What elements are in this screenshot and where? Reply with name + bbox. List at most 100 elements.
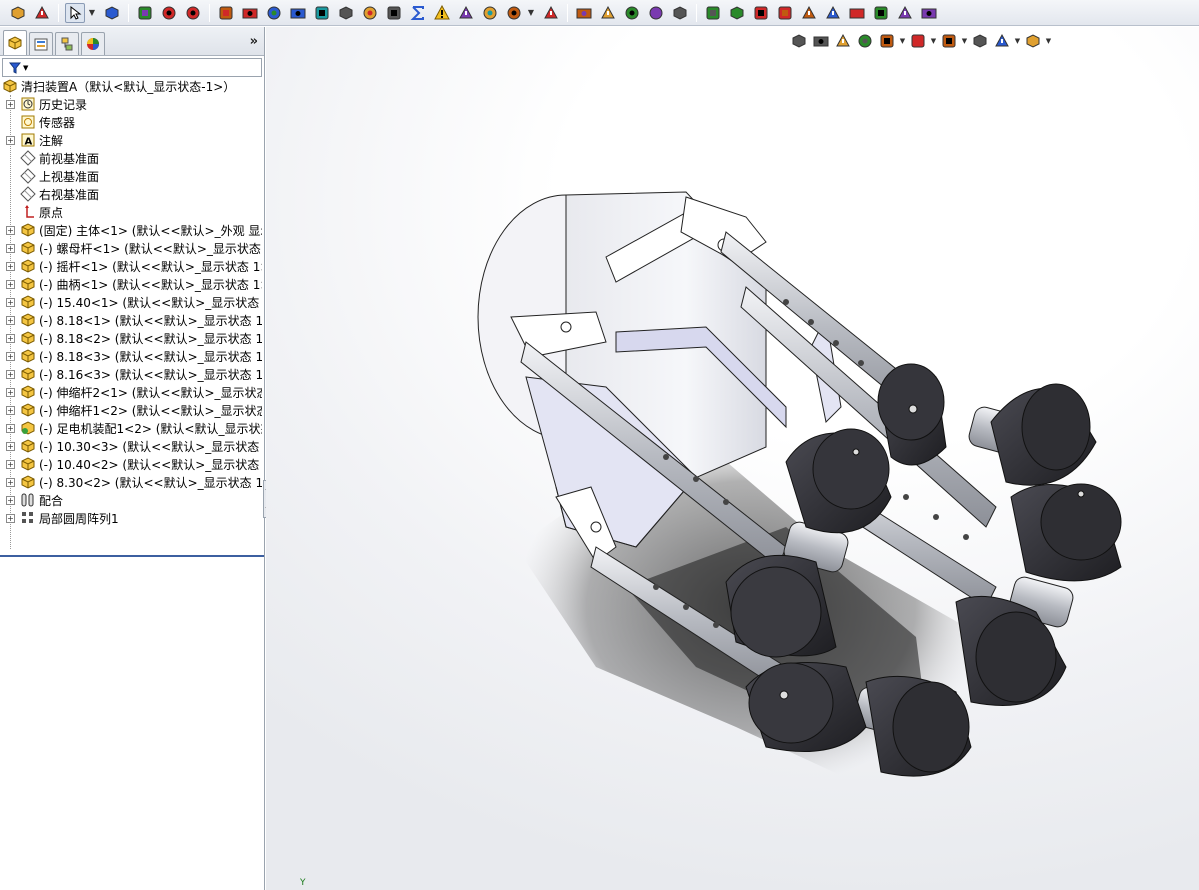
expand-icon[interactable]: + bbox=[6, 279, 15, 289]
tree-item-11[interactable]: + (-) 15.40<1> (默认<<默认>_显示状态 1 bbox=[0, 293, 262, 311]
tree-item-7[interactable]: + (固定) 主体<1> (默认<<默认>_外观 显示 bbox=[0, 221, 262, 239]
appearance-icon[interactable] bbox=[102, 3, 122, 23]
apple-icon[interactable] bbox=[895, 3, 915, 23]
display-manager-tab[interactable] bbox=[81, 32, 105, 55]
sphere2-icon[interactable] bbox=[727, 3, 747, 23]
tree-item-17[interactable]: + (-) 伸缩杆1<2> (默认<<默认>_显示状态 bbox=[0, 401, 262, 419]
expand-icon[interactable]: + bbox=[6, 297, 15, 307]
tree-item-21[interactable]: + (-) 8.30<2> (默认<<默认>_显示状态 1> bbox=[0, 473, 262, 491]
edit-appearance-icon[interactable] bbox=[970, 31, 990, 51]
scene-icon[interactable] bbox=[992, 31, 1012, 51]
split-icon[interactable] bbox=[456, 3, 476, 23]
tree-item-2[interactable]: + A 注解 bbox=[0, 131, 262, 149]
expand-icon[interactable]: + bbox=[6, 333, 15, 343]
view-settings-icon[interactable] bbox=[1023, 31, 1043, 51]
warning-icon[interactable] bbox=[432, 3, 452, 23]
expand-icon[interactable]: + bbox=[6, 405, 15, 415]
configuration-manager-tab[interactable] bbox=[55, 32, 79, 55]
tree-item-10[interactable]: + (-) 曲柄<1> (默认<<默认>_显示状态 1> bbox=[0, 275, 262, 293]
properties-icon[interactable] bbox=[8, 3, 28, 23]
xref-icon[interactable] bbox=[480, 3, 500, 23]
tree-item-6[interactable]: 原点 bbox=[0, 203, 262, 221]
chevron-down-icon[interactable]: ▼ bbox=[526, 3, 536, 23]
light-icon[interactable] bbox=[183, 3, 203, 23]
display-style-icon[interactable] bbox=[908, 31, 928, 51]
stack-icon[interactable] bbox=[799, 3, 819, 23]
zoom-fit-icon[interactable] bbox=[789, 31, 809, 51]
tree-item-13[interactable]: + (-) 8.18<2> (默认<<默认>_显示状态 1> bbox=[0, 329, 262, 347]
expand-icon[interactable]: + bbox=[6, 243, 15, 253]
hand-icon[interactable] bbox=[336, 3, 356, 23]
expand-icon[interactable]: + bbox=[6, 513, 15, 523]
select-icon[interactable] bbox=[65, 2, 85, 23]
tree-item-14[interactable]: + (-) 8.18<3> (默认<<默认>_显示状态 1> bbox=[0, 347, 262, 365]
assembly-model[interactable] bbox=[266, 27, 1199, 890]
expand-icon[interactable]: + bbox=[6, 225, 15, 235]
colorful-icon[interactable] bbox=[919, 3, 939, 23]
walker-icon[interactable] bbox=[775, 3, 795, 23]
chevron-down-icon[interactable]: ▼ bbox=[1044, 37, 1053, 45]
expand-icon[interactable]: + bbox=[6, 99, 15, 109]
tree-item-1[interactable]: 传感器 bbox=[0, 113, 262, 131]
tree-item-16[interactable]: + (-) 伸缩杆2<1> (默认<<默认>_显示状态 bbox=[0, 383, 262, 401]
palette-icon[interactable] bbox=[598, 3, 618, 23]
sphere-icon[interactable] bbox=[703, 3, 723, 23]
chevron-down-icon[interactable]: ▼ bbox=[960, 37, 969, 45]
globe-icon[interactable] bbox=[871, 3, 891, 23]
tree-item-18[interactable]: + (-) 足电机装配1<2> (默认<默认_显示状态 bbox=[0, 419, 262, 437]
swirl-icon[interactable] bbox=[670, 3, 690, 23]
gauge-icon[interactable] bbox=[312, 3, 332, 23]
flag-icon[interactable] bbox=[288, 3, 308, 23]
expand-icon[interactable]: + bbox=[6, 441, 15, 451]
tree-item-12[interactable]: + (-) 8.18<1> (默认<<默认>_显示状态 1> bbox=[0, 311, 262, 329]
sum-icon[interactable] bbox=[408, 3, 428, 23]
tree-item-22[interactable]: + 配合 bbox=[0, 491, 262, 509]
expand-icon[interactable]: + bbox=[6, 387, 15, 397]
assembly-icon[interactable] bbox=[32, 3, 52, 23]
stop-icon[interactable] bbox=[646, 3, 666, 23]
table-icon[interactable] bbox=[541, 3, 561, 23]
chevron-down-icon[interactable]: ▼ bbox=[898, 37, 907, 45]
chevron-down-icon[interactable]: ▼ bbox=[929, 37, 938, 45]
check-circle-icon[interactable] bbox=[622, 3, 642, 23]
tree-item-3[interactable]: 前视基准面 bbox=[0, 149, 262, 167]
expand-icon[interactable]: + bbox=[6, 477, 15, 487]
tree-item-8[interactable]: + (-) 螺母杆<1> (默认<<默认>_显示状态 1 bbox=[0, 239, 262, 257]
hide-show-icon[interactable] bbox=[939, 31, 959, 51]
tree-filter[interactable]: ▼ bbox=[2, 58, 262, 77]
chevron-down-icon[interactable]: ▼ bbox=[1013, 37, 1022, 45]
expand-icon[interactable]: + bbox=[6, 261, 15, 271]
expand-icon[interactable]: + bbox=[6, 135, 15, 145]
checkbox2-icon[interactable] bbox=[384, 3, 404, 23]
expand-icon[interactable]: + bbox=[6, 423, 15, 433]
tree-item-15[interactable]: + (-) 8.16<3> (默认<<默认>_显示状态 1> bbox=[0, 365, 262, 383]
checkbox-icon[interactable] bbox=[360, 3, 380, 23]
camera-icon[interactable] bbox=[135, 3, 155, 23]
section-view-icon[interactable] bbox=[855, 31, 875, 51]
measure-icon[interactable] bbox=[240, 3, 260, 23]
tree-item-9[interactable]: + (-) 摇杆<1> (默认<<默认>_显示状态 1> bbox=[0, 257, 262, 275]
scene-icon[interactable] bbox=[823, 3, 843, 23]
tree-item-23[interactable]: + 局部圆周阵列1 bbox=[0, 509, 262, 527]
chevron-down-icon[interactable]: ▼ bbox=[23, 64, 28, 72]
bars-icon[interactable] bbox=[574, 3, 594, 23]
tree-item-19[interactable]: + (-) 10.30<3> (默认<<默认>_显示状态 1 bbox=[0, 437, 262, 455]
expand-icon[interactable]: + bbox=[6, 459, 15, 469]
tree-item-5[interactable]: 右视基准面 bbox=[0, 185, 262, 203]
spellcheck-icon[interactable] bbox=[216, 3, 236, 23]
zoom-area-icon[interactable] bbox=[811, 31, 831, 51]
xcheck-icon[interactable] bbox=[504, 3, 524, 23]
sphere3-icon[interactable] bbox=[751, 3, 771, 23]
view-orientation-icon[interactable] bbox=[877, 31, 897, 51]
expand-icon[interactable]: + bbox=[6, 495, 15, 505]
tree-item-4[interactable]: 上视基准面 bbox=[0, 167, 262, 185]
chevron-down-icon[interactable]: ▼ bbox=[87, 3, 97, 23]
filter-icon[interactable] bbox=[9, 62, 21, 74]
feature-manager-tab[interactable] bbox=[3, 30, 27, 55]
expand-icon[interactable]: + bbox=[6, 351, 15, 361]
graphics-viewport[interactable]: ▼ ▼ ▼ ▼ ▼ Y bbox=[266, 27, 1199, 890]
property-manager-tab[interactable] bbox=[29, 32, 53, 55]
tree-item-20[interactable]: + (-) 10.40<2> (默认<<默认>_显示状态 1 bbox=[0, 455, 262, 473]
tree-item-0[interactable]: + 历史记录 bbox=[0, 95, 262, 113]
expand-icon[interactable]: + bbox=[6, 315, 15, 325]
